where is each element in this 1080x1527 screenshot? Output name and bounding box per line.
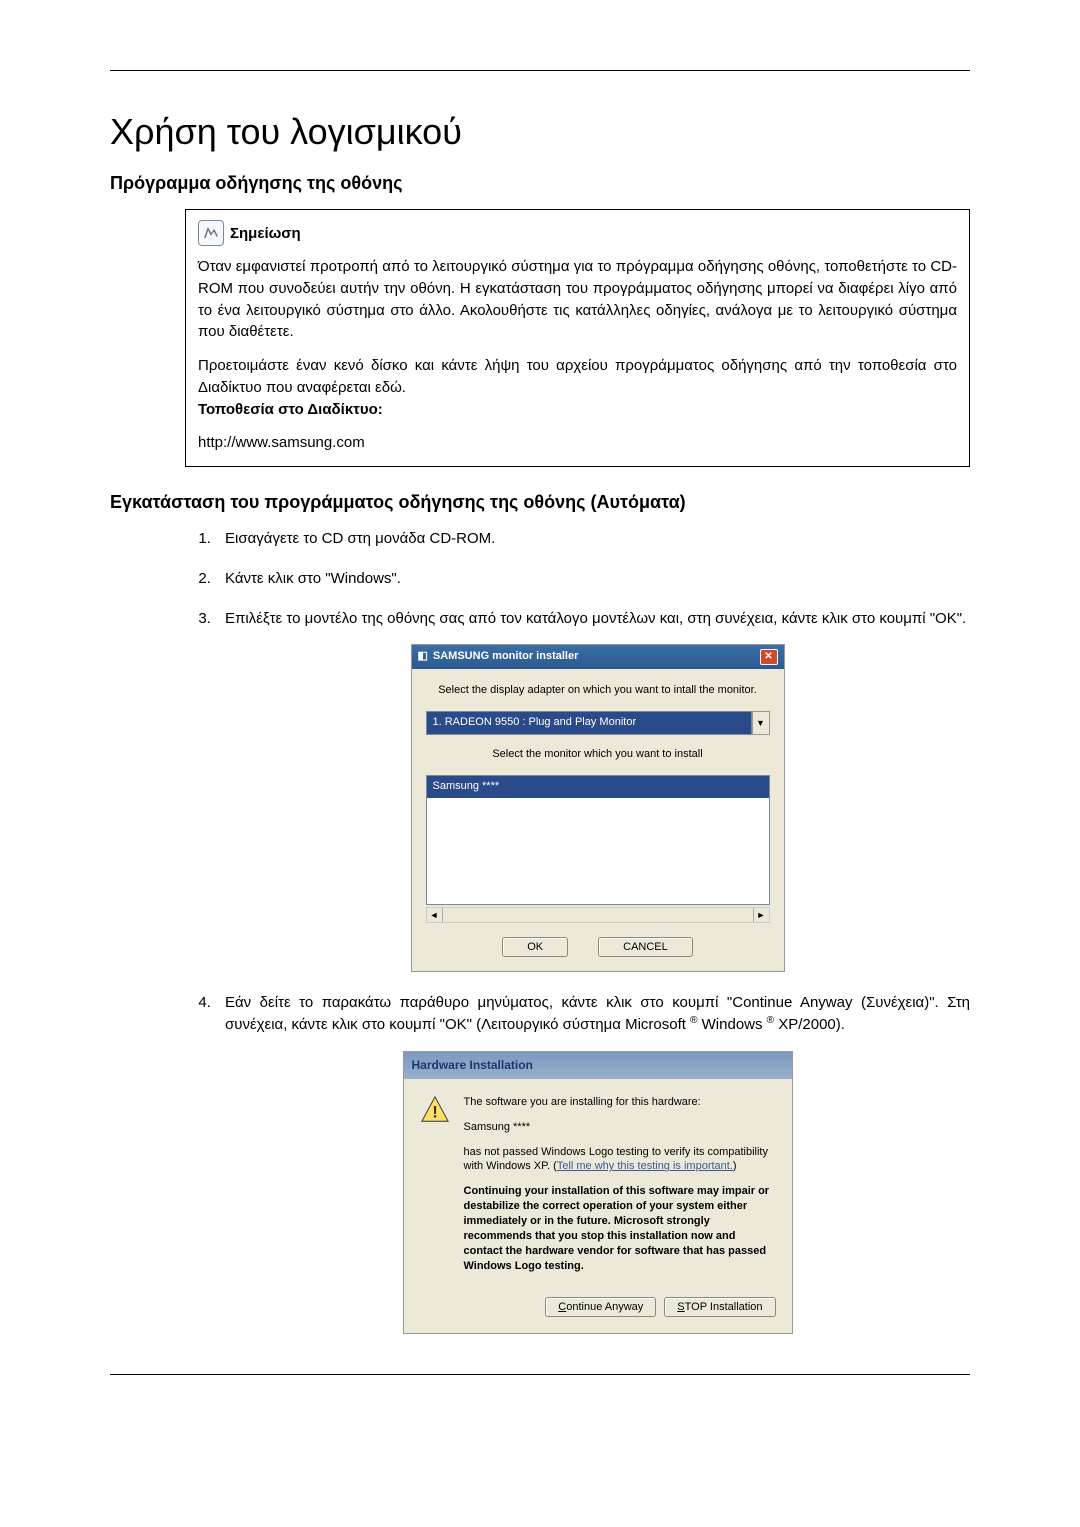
stop-installation-button[interactable]: STOP Installation — [664, 1297, 775, 1317]
note-header: Σημείωση — [198, 220, 957, 246]
install-steps-list: Εισαγάγετε το CD στη μονάδα CD-ROM. Κάντ… — [185, 528, 970, 1334]
top-divider — [110, 70, 970, 71]
note-title: Σημείωση — [230, 225, 301, 242]
step-4-text: Εάν δείτε το παρακάτω παράθυρο μηνύματος… — [225, 994, 970, 1033]
note-p2-text: Προετοιμάστε έναν κενό δίσκο και κάντε λ… — [198, 357, 957, 396]
hardware-installation-window: Hardware Installation ! The software you… — [403, 1051, 793, 1335]
svg-text:!: ! — [432, 1102, 438, 1121]
note-website-label: Τοποθεσία στο Διαδίκτυο: — [198, 401, 383, 418]
installer-title: SAMSUNG monitor installer — [433, 649, 578, 665]
installer-text-2: Select the monitor which you want to ins… — [426, 747, 770, 763]
note-paragraph-2: Προετοιμάστε έναν κενό δίσκο και κάντε λ… — [198, 355, 957, 420]
hw-titlebar: Hardware Installation — [404, 1052, 792, 1079]
page-title: Χρήση του λογισμικού — [110, 111, 970, 153]
note-icon — [198, 220, 224, 246]
section-heading-install: Εγκατάσταση του προγράμματος οδήγησης τη… — [110, 492, 970, 513]
hw-text-4: Continuing your installation of this sof… — [464, 1184, 776, 1273]
note-box: Σημείωση Όταν εμφανιστεί προτροπή από το… — [185, 209, 970, 467]
adapter-dropdown-value: 1. RADEON 9550 : Plug and Play Monitor — [426, 711, 752, 735]
close-icon[interactable]: ✕ — [760, 649, 778, 665]
step-4: Εάν δείτε το παρακάτω παράθυρο μηνύματος… — [215, 992, 970, 1334]
bottom-divider — [110, 1374, 970, 1375]
hw-buttons: Continue Anyway STOP Installation — [404, 1297, 792, 1333]
scroll-left-icon[interactable]: ◄ — [427, 908, 443, 922]
hw-body: ! The software you are installing for th… — [404, 1079, 792, 1297]
installer-app-icon: ◧ — [418, 649, 428, 665]
step-3-text: Επιλέξτε το μοντέλο της οθόνης σας από τ… — [225, 610, 966, 627]
hw-text-2: Samsung **** — [464, 1120, 776, 1135]
installer-window: ◧ SAMSUNG monitor installer ✕ Select the… — [411, 644, 785, 972]
note-url: http://www.samsung.com — [198, 432, 957, 454]
hw-link[interactable]: Tell me why this testing is important. — [557, 1160, 733, 1172]
hw-text-1: The software you are installing for this… — [464, 1095, 776, 1110]
cancel-button[interactable]: CANCEL — [598, 937, 693, 957]
horizontal-scrollbar[interactable]: ◄ ► — [426, 907, 770, 923]
warning-icon: ! — [420, 1095, 450, 1125]
installer-buttons: OK CANCEL — [426, 937, 770, 957]
ok-button[interactable]: OK — [502, 937, 568, 957]
installer-body: Select the display adapter on which you … — [412, 669, 784, 971]
hw-p3b: ) — [733, 1160, 737, 1172]
hw-content: The software you are installing for this… — [464, 1095, 776, 1283]
continue-anyway-button[interactable]: Continue Anyway — [545, 1297, 656, 1317]
installer-text-1: Select the display adapter on which you … — [426, 683, 770, 699]
section-heading-driver: Πρόγραμμα οδήγησης της οθόνης — [110, 173, 970, 194]
chevron-down-icon[interactable]: ▼ — [752, 711, 770, 735]
scroll-track[interactable] — [443, 908, 753, 922]
step-1: Εισαγάγετε το CD στη μονάδα CD-ROM. — [215, 528, 970, 550]
step-3: Επιλέξτε το μοντέλο της οθόνης σας από τ… — [215, 608, 970, 973]
step-2: Κάντε κλικ στο "Windows". — [215, 568, 970, 590]
note-paragraph-1: Όταν εμφανιστεί προτροπή από το λειτουργ… — [198, 256, 957, 343]
installer-titlebar: ◧ SAMSUNG monitor installer ✕ — [412, 645, 784, 669]
monitor-listbox[interactable]: Samsung **** — [426, 775, 770, 905]
monitor-list-item[interactable]: Samsung **** — [427, 776, 769, 798]
adapter-dropdown[interactable]: 1. RADEON 9550 : Plug and Play Monitor ▼ — [426, 711, 770, 735]
scroll-right-icon[interactable]: ► — [753, 908, 769, 922]
hw-text-3: has not passed Windows Logo testing to v… — [464, 1145, 776, 1175]
